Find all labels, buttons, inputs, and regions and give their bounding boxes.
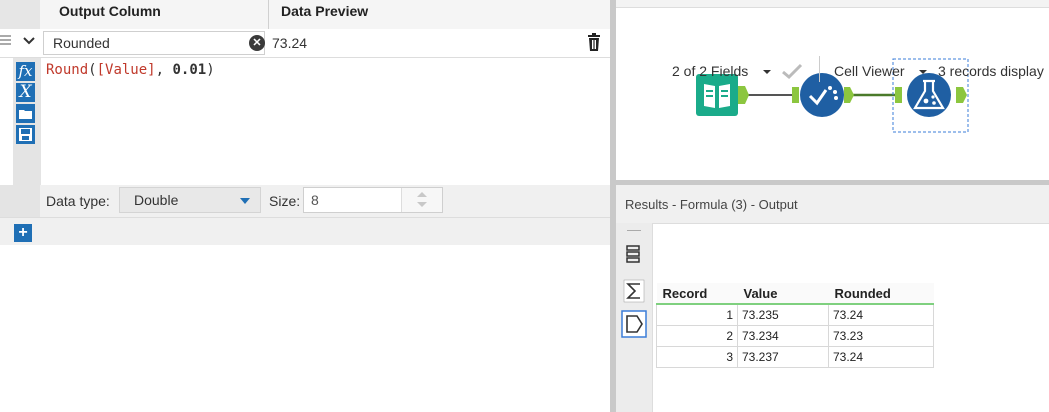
results-title: Results - Formula (3) - Output [625, 197, 798, 212]
workflow-diagram [696, 58, 969, 133]
drag-handle-icon[interactable] [0, 33, 11, 51]
value-cell[interactable]: 73.237 [737, 346, 829, 368]
variable-x-icon[interactable]: X [16, 83, 35, 102]
size-label: Size: [269, 193, 301, 209]
data-type-value: Double [134, 192, 179, 208]
input-data-tool-icon[interactable] [696, 74, 749, 116]
caret-down-icon [240, 198, 250, 204]
checkmark-icon[interactable] [781, 62, 803, 80]
data-preview-value: 73.24 [272, 35, 308, 51]
header-divider [268, 0, 269, 29]
toolbar-separator [819, 56, 820, 82]
data-type-dropdown[interactable]: Double [119, 187, 261, 213]
expression-function: Round [46, 62, 89, 78]
formula-config-panel: Output Column Data Preview Rounded ✕ 73.… [0, 0, 610, 412]
column-header-value[interactable]: Value [737, 283, 829, 305]
fields-selector[interactable]: 2 of 2 Fields [672, 63, 748, 79]
record-cell[interactable]: 3 [656, 346, 738, 368]
cell-viewer-button[interactable]: Cell Viewer [834, 63, 905, 79]
clear-icon[interactable]: ✕ [249, 35, 265, 51]
table-view-icon[interactable] [626, 245, 640, 263]
data-type-label: Data type: [46, 193, 110, 209]
results-title-bar: Results - Formula (3) - Output [616, 185, 1049, 224]
expression-separator: , [155, 62, 173, 78]
workflow-canvas[interactable] [616, 0, 1049, 180]
cell-viewer-caret-down-icon[interactable] [918, 68, 928, 76]
size-value: 8 [311, 192, 319, 208]
sigma-icon[interactable] [623, 279, 645, 303]
column-header-record[interactable]: Record [656, 283, 738, 305]
records-count: 3 records display [938, 63, 1044, 79]
output-anchor-icon[interactable] [621, 310, 647, 338]
data-preview-header: Data Preview [281, 3, 369, 19]
open-folder-icon[interactable] [16, 104, 35, 123]
expression-field: [Value] [96, 62, 156, 78]
expression-argument: 0.01 [172, 62, 207, 78]
header-gutter [0, 0, 40, 29]
expression-editor[interactable]: Round([Value], 0.01) [46, 62, 215, 78]
table-row[interactable]: 3 73.237 73.24 [656, 346, 934, 368]
rounded-cell[interactable]: 73.24 [828, 346, 934, 368]
column-header-rounded[interactable]: Rounded [828, 283, 934, 305]
value-cell[interactable]: 73.235 [737, 303, 829, 326]
fx-icon[interactable]: fx [16, 62, 35, 81]
fields-caret-down-icon[interactable] [762, 68, 772, 76]
table-header-row: Record Value Rounded [656, 283, 934, 305]
rounded-cell[interactable]: 73.23 [828, 325, 934, 347]
chevron-down-icon[interactable] [22, 34, 36, 48]
table-row[interactable]: 2 73.234 73.23 [656, 325, 934, 347]
record-cell[interactable]: 2 [656, 325, 738, 347]
size-input[interactable]: 8 [303, 187, 443, 213]
results-table: Record Value Rounded 1 73.235 73.24 2 73… [656, 283, 934, 368]
output-column-header: Output Column [59, 3, 161, 19]
results-side-toolbar [616, 223, 653, 412]
expression-close-paren: ) [206, 62, 215, 78]
record-cell[interactable]: 1 [656, 303, 738, 326]
expression-open-paren: ( [88, 62, 97, 78]
output-column-input[interactable]: Rounded [43, 31, 265, 55]
table-row[interactable]: 1 73.235 73.24 [656, 303, 934, 326]
add-expression-button[interactable]: + [14, 224, 32, 242]
trash-icon[interactable] [586, 32, 602, 52]
grip-dots-icon [627, 230, 641, 231]
value-cell[interactable]: 73.234 [737, 325, 829, 347]
add-row-bar [0, 217, 610, 245]
rounded-cell[interactable]: 73.24 [828, 303, 934, 326]
save-icon[interactable] [16, 125, 35, 144]
size-spinner[interactable] [401, 188, 442, 212]
